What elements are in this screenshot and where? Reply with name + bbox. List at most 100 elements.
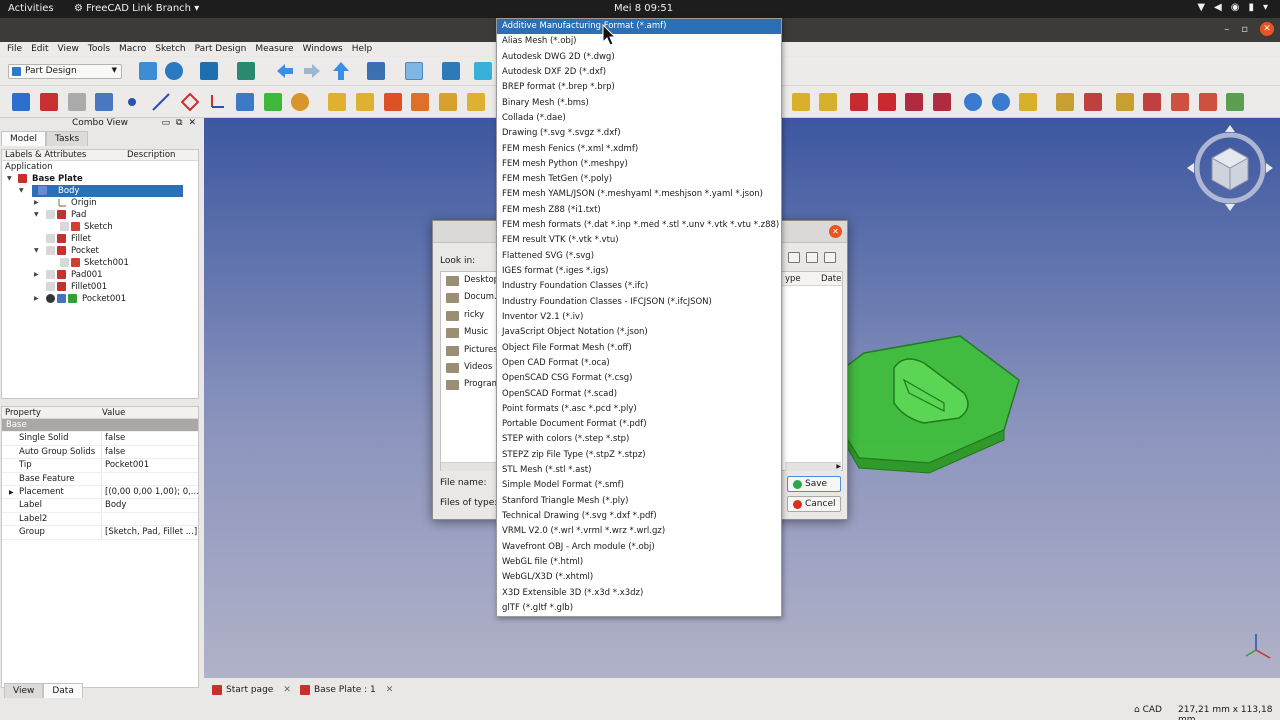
scaled-icon[interactable]	[1143, 93, 1161, 111]
property-row[interactable]: Group [Sketch, Pad, Fillet ...]	[2, 526, 198, 540]
tree-item-fillet[interactable]: Fillet	[2, 233, 198, 245]
float-panel-icon[interactable]: ▭	[162, 118, 171, 128]
save-button[interactable]: Save	[787, 476, 841, 492]
app-menu[interactable]: ⚙ FreeCAD Link Branch ▾	[74, 3, 199, 14]
fillet-icon[interactable]	[964, 93, 982, 111]
menu-edit[interactable]: Edit	[31, 44, 48, 54]
property-value[interactable]: false	[102, 446, 198, 458]
maximize-icon[interactable]: ▫	[1241, 24, 1248, 35]
file-type-option[interactable]: Alias Mesh (*.obj)	[497, 34, 781, 49]
involute-gear-icon[interactable]	[1226, 93, 1244, 111]
tree-item-origin[interactable]: ▶ Origin	[2, 197, 198, 209]
file-type-option[interactable]: IGES format (*.iges *.igs)	[497, 264, 781, 279]
tab-data[interactable]: Data	[43, 683, 83, 698]
menu-measure[interactable]: Measure	[255, 44, 293, 54]
file-type-option[interactable]: STEPZ zip File Type (*.stpZ *.stpz)	[497, 448, 781, 463]
close-tab-icon[interactable]: ✕	[386, 685, 394, 695]
fit-all-icon[interactable]	[139, 62, 157, 80]
menu-part-design[interactable]: Part Design	[195, 44, 247, 54]
mirrored-icon[interactable]	[1084, 93, 1102, 111]
close-tab-icon[interactable]: ✕	[283, 685, 291, 695]
add-icon[interactable]	[291, 93, 309, 111]
file-list[interactable]: ype Date	[781, 271, 843, 471]
property-group-base[interactable]: Base	[2, 419, 198, 433]
tree-item-sketch001[interactable]: Sketch001	[2, 257, 198, 269]
property-row[interactable]: ▶ Placement [(0,00 0,00 1,00); 0,...	[2, 485, 198, 500]
expand-arrow-icon[interactable]: ▶	[34, 197, 39, 209]
detail-view-icon[interactable]	[824, 252, 836, 263]
hidden-eye-icon[interactable]	[46, 210, 55, 219]
column-value[interactable]: Value	[102, 407, 125, 418]
shape-binder-icon[interactable]	[95, 93, 113, 111]
pocket-icon[interactable]	[850, 93, 868, 111]
menu-file[interactable]: File	[7, 44, 22, 54]
subtractive-loft-icon[interactable]	[933, 93, 951, 111]
file-type-option[interactable]: Open CAD Format (*.oca)	[497, 356, 781, 371]
create-sketch-icon[interactable]	[40, 93, 58, 111]
tree-item-sketch[interactable]: Sketch	[2, 221, 198, 233]
file-type-option[interactable]: Autodesk DXF 2D (*.dxf)	[497, 65, 781, 80]
file-type-option[interactable]: X3D Extensible 3D (*.x3d *.x3dz)	[497, 586, 781, 601]
column-type[interactable]: ype	[782, 272, 818, 285]
tree-item-base-plate[interactable]: ▼ Base Plate	[2, 173, 198, 185]
file-type-option[interactable]: Binary Mesh (*.bms)	[497, 96, 781, 111]
tab-view[interactable]: View	[4, 683, 44, 698]
draft-icon[interactable]	[1019, 93, 1037, 111]
hidden-eye-icon[interactable]	[46, 234, 55, 243]
revolution-icon[interactable]	[356, 93, 374, 111]
expand-arrow-icon[interactable]: ▶	[9, 486, 14, 499]
file-type-option[interactable]: FEM mesh YAML/JSON (*.meshyaml *.meshjso…	[497, 187, 781, 202]
minimize-icon[interactable]: –	[1224, 24, 1229, 35]
draw-style-icon[interactable]	[200, 62, 218, 80]
file-list-scrollbar[interactable]: ▶	[785, 462, 841, 471]
column-labels-attributes[interactable]: Labels & Attributes	[2, 150, 127, 160]
place-programs[interactable]: Program...	[441, 376, 497, 393]
place-home[interactable]: ricky	[441, 307, 497, 324]
polar-pattern-icon[interactable]	[819, 93, 837, 111]
navigation-style-indicator[interactable]: ⌂ CAD	[1134, 705, 1162, 715]
tree-item-pocket[interactable]: ▼ Pocket	[2, 245, 198, 257]
hole-icon[interactable]	[878, 93, 896, 111]
visible-eye-icon[interactable]	[46, 294, 55, 303]
file-type-option[interactable]: Flattened SVG (*.svg)	[497, 249, 781, 264]
forward-arrow-icon[interactable]	[304, 64, 320, 78]
column-property[interactable]: Property	[2, 407, 102, 418]
navigation-cube[interactable]	[1187, 125, 1273, 211]
file-type-option[interactable]: OpenSCAD CSG Format (*.csg)	[497, 371, 781, 386]
property-row[interactable]: Single Solid false	[2, 432, 198, 446]
file-type-option[interactable]: Technical Drawing (*.svg *.dxf *.pdf)	[497, 509, 781, 524]
file-type-option[interactable]: FEM mesh Python (*.meshpy)	[497, 157, 781, 172]
property-row[interactable]: Base Feature	[2, 472, 198, 486]
file-type-option[interactable]: BREP format (*.brep *.brp)	[497, 80, 781, 95]
file-type-option[interactable]: Drawing (*.svg *.svgz *.dxf)	[497, 126, 781, 141]
collapse-arrow-icon[interactable]: ▼	[19, 185, 24, 197]
menu-help[interactable]: Help	[352, 44, 373, 54]
property-value[interactable]: [Sketch, Pad, Fillet ...]	[102, 526, 198, 538]
up-arrow-icon[interactable]	[333, 62, 349, 80]
file-type-option[interactable]: glTF (*.gltf *.glb)	[497, 601, 781, 616]
property-row[interactable]: Auto Group Solids false	[2, 445, 198, 460]
activities-button[interactable]: Activities	[8, 3, 54, 14]
groove-icon[interactable]	[905, 93, 923, 111]
file-type-option[interactable]: FEM mesh TetGen (*.poly)	[497, 172, 781, 187]
column-description[interactable]: Description	[127, 150, 175, 160]
place-pictures[interactable]: Pictures	[441, 342, 497, 359]
additive-pipe-icon[interactable]	[411, 93, 429, 111]
hidden-eye-icon[interactable]	[60, 222, 69, 231]
file-type-option[interactable]: Collada (*.dae)	[497, 111, 781, 126]
sprocket-icon[interactable]	[1199, 93, 1217, 111]
menu-macro[interactable]: Macro	[119, 44, 146, 54]
tab-tasks[interactable]: Tasks	[46, 131, 89, 146]
local-coordinate-icon[interactable]	[208, 93, 226, 111]
bounding-box-icon[interactable]	[237, 62, 255, 80]
file-type-option[interactable]: Industry Foundation Classes (*.ifc)	[497, 279, 781, 294]
file-type-option[interactable]: OpenSCAD Format (*.scad)	[497, 387, 781, 402]
place-music[interactable]: Music	[441, 324, 497, 341]
place-documents[interactable]: Docum...	[441, 289, 497, 306]
file-type-option[interactable]: STL Mesh (*.stl *.ast)	[497, 463, 781, 478]
file-type-option[interactable]: Stanford Triangle Mesh (*.ply)	[497, 494, 781, 509]
back-arrow-icon[interactable]	[277, 64, 293, 78]
datum-point-icon[interactable]	[128, 98, 136, 106]
clock[interactable]: Mei 8 09:51	[614, 3, 673, 14]
isometric-view-icon[interactable]	[442, 62, 460, 80]
